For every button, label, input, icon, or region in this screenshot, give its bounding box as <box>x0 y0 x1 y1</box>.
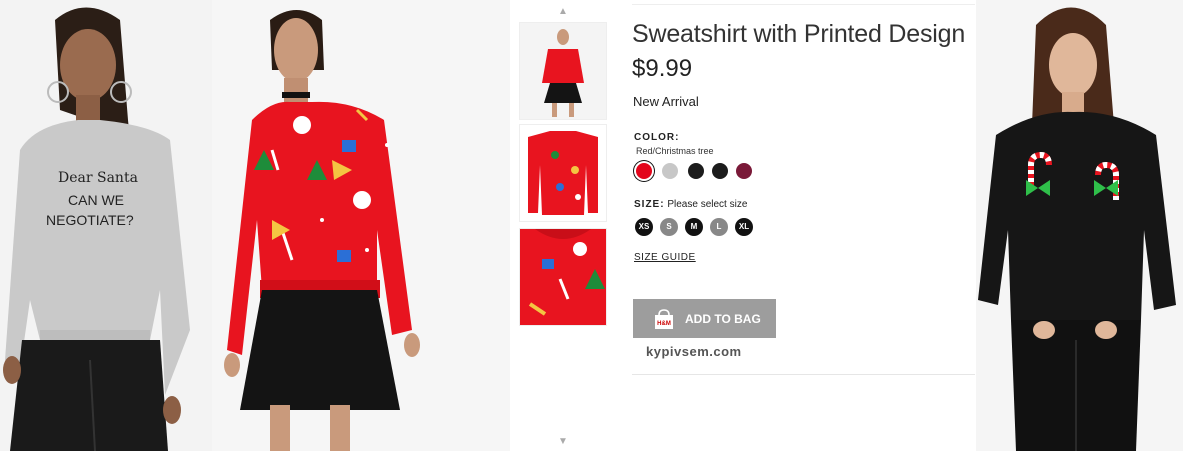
size-hint: Please select size <box>667 199 748 210</box>
swatch-black-2[interactable] <box>712 163 728 179</box>
size-xl[interactable]: XL <box>735 218 753 236</box>
swatch-red[interactable] <box>636 163 652 179</box>
thumbnail-model[interactable] <box>519 22 607 120</box>
bag-logo-text: H&M <box>657 321 671 327</box>
thumbnail-strip: ▲ ▼ <box>516 0 612 451</box>
product-title: Sweatshirt with Printed Design <box>632 20 966 48</box>
print-text-line1: Dear Santa <box>58 170 138 186</box>
chevron-up-icon[interactable]: ▲ <box>558 6 568 17</box>
size-guide-link[interactable]: SIZE GUIDE <box>634 252 696 263</box>
color-selected-value: Red/Christmas tree <box>636 146 714 156</box>
model-photo-grey-sweatshirt: Dear Santa CAN WE NEGOTIATE? <box>0 0 212 451</box>
size-label-row: SIZE: Please select size <box>634 199 747 210</box>
swatch-burgundy[interactable] <box>736 163 752 179</box>
print-text-line3: NEGOTIATE? <box>46 212 134 228</box>
thumbnail-detail[interactable] <box>519 228 607 326</box>
product-panel: Sweatshirt with Printed Design $9.99 New… <box>632 0 975 451</box>
new-arrival-badge: New Arrival <box>633 94 699 109</box>
size-s[interactable]: S <box>660 218 678 236</box>
shopping-bag-icon: H&M <box>653 308 675 333</box>
model-photo-red-sweatshirt <box>212 0 510 451</box>
add-to-bag-button[interactable]: H&M ADD TO BAG <box>633 299 776 338</box>
size-xs[interactable]: XS <box>635 218 653 236</box>
divider <box>632 374 975 375</box>
watermark-text: kypivsem.com <box>646 344 742 359</box>
swatch-grey[interactable] <box>662 163 678 179</box>
size-label: SIZE: <box>634 199 665 210</box>
swatch-black-1[interactable] <box>688 163 704 179</box>
product-price: $9.99 <box>632 55 693 82</box>
color-label: COLOR: <box>634 132 680 143</box>
model-photo-black-sweatshirt <box>976 0 1183 451</box>
thumbnail-front[interactable] <box>519 124 607 222</box>
print-text-line2: CAN WE <box>68 192 124 208</box>
size-l[interactable]: L <box>710 218 728 236</box>
size-m[interactable]: M <box>685 218 703 236</box>
add-to-bag-label: ADD TO BAG <box>685 312 761 326</box>
chevron-down-icon[interactable]: ▼ <box>558 436 568 447</box>
